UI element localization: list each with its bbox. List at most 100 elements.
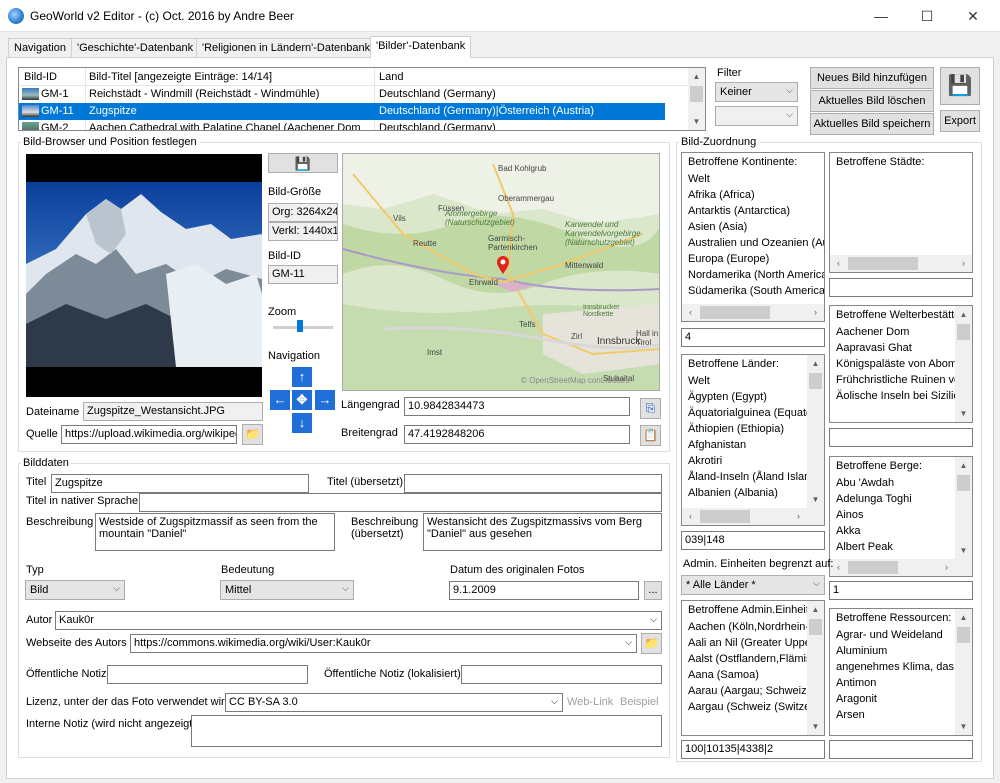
- vertical-scrollbar[interactable]: ▲ ▼: [807, 601, 824, 735]
- list-item[interactable]: Arsen: [830, 707, 972, 723]
- list-item[interactable]: Asien (Asia): [682, 219, 824, 235]
- list-item[interactable]: Ägypten (Egypt): [682, 389, 824, 405]
- table-row[interactable]: GM-2 Aachen Cathedral with Palatine Chap…: [19, 120, 689, 130]
- native-title-field[interactable]: [139, 493, 662, 512]
- list-item[interactable]: Australien und Ozeanien (Aus: [682, 235, 824, 251]
- latitude-field[interactable]: 47.4192848206: [404, 425, 630, 444]
- internal-note-field[interactable]: [191, 715, 662, 747]
- list-item[interactable]: Afghanistan: [682, 437, 824, 453]
- image-grid[interactable]: Bild-ID Bild-Titel [angezeigte Einträge:…: [18, 67, 706, 131]
- arrow-right-icon[interactable]: →: [315, 390, 335, 410]
- list-item[interactable]: Aachen (Köln,Nordrhein-We: [682, 619, 824, 635]
- delete-image-button[interactable]: Aktuelles Bild löschen: [810, 90, 934, 112]
- resources-list[interactable]: Betroffene Ressourcen: Agrar- und Weidel…: [829, 608, 973, 736]
- list-item[interactable]: Äolische Inseln bei Sizilien: [830, 388, 972, 404]
- horizontal-scrollbar[interactable]: ‹ ›: [830, 255, 972, 272]
- world-heritage-list[interactable]: Betroffene Welterbestätte Aachener Dom A…: [829, 305, 973, 423]
- export-button[interactable]: Export: [940, 110, 980, 132]
- table-row[interactable]: GM-1 Reichstädt - Windmill (Reichstädt -…: [19, 86, 689, 103]
- web-link[interactable]: Web-Link: [567, 696, 613, 708]
- author-website-field[interactable]: https://commons.wikimedia.org/wiki/User:…: [130, 634, 637, 653]
- example-link[interactable]: Beispiel: [620, 696, 659, 708]
- tab-religionen[interactable]: 'Religionen in Ländern'-Datenbank: [196, 38, 377, 58]
- list-item[interactable]: Frühchristliche Ruinen von: [830, 372, 972, 388]
- mountains-value[interactable]: 1: [829, 581, 973, 600]
- list-item[interactable]: Abu 'Awdah: [830, 475, 972, 491]
- list-item[interactable]: Åland-Inseln (Åland Islands): [682, 469, 824, 485]
- list-item[interactable]: Albert Peak: [830, 539, 972, 555]
- list-item[interactable]: Aluminium: [830, 643, 972, 659]
- resources-value[interactable]: [829, 740, 973, 759]
- maximize-button[interactable]: ☐: [904, 0, 950, 32]
- list-item[interactable]: Welt: [682, 373, 824, 389]
- folder-icon[interactable]: 📁: [242, 424, 263, 445]
- save-image-button[interactable]: Aktuelles Bild speichern: [810, 113, 934, 135]
- author-field[interactable]: Kauk0r ⌵: [55, 611, 662, 630]
- list-item[interactable]: Antarktis (Antarctica): [682, 203, 824, 219]
- horizontal-scrollbar[interactable]: ‹ ›: [682, 304, 824, 321]
- countries-list[interactable]: Betroffene Länder: Welt Ägypten (Egypt) …: [681, 354, 825, 526]
- tab-navigation[interactable]: Navigation: [8, 38, 72, 58]
- list-item[interactable]: Aachener Dom: [830, 324, 972, 340]
- mountains-list[interactable]: Betroffene Berge: Abu 'Awdah Adelunga To…: [829, 456, 973, 577]
- longitude-field[interactable]: 10.9842834473: [404, 397, 630, 416]
- grid-scrollbar[interactable]: ▲ ▼: [688, 68, 705, 130]
- col-header-id[interactable]: Bild-ID: [24, 71, 57, 83]
- admin-units-value[interactable]: 100|10135|4338|2: [681, 740, 825, 759]
- list-item[interactable]: Äthiopien (Ethiopia): [682, 421, 824, 437]
- filter-select[interactable]: Keiner ⌵: [715, 82, 798, 102]
- world-heritage-value[interactable]: [829, 428, 973, 447]
- cities-value[interactable]: [829, 278, 973, 297]
- horizontal-scrollbar[interactable]: ‹ ›: [830, 559, 972, 576]
- tab-bilder[interactable]: 'Bilder'-Datenbank: [370, 36, 472, 58]
- list-item[interactable]: Äquatorialguinea (Equatorial: [682, 405, 824, 421]
- list-item[interactable]: Ainos: [830, 507, 972, 523]
- arrow-down-icon[interactable]: ↓: [292, 413, 312, 433]
- paste-coordinates-icon[interactable]: 📋: [640, 425, 661, 446]
- source-field[interactable]: https://upload.wikimedia.org/wikipec: [61, 425, 237, 444]
- save-icon[interactable]: 💾: [940, 67, 980, 105]
- public-note-field[interactable]: [107, 665, 308, 684]
- list-item[interactable]: Aragonit: [830, 691, 972, 707]
- list-item[interactable]: Adelunga Toghi: [830, 491, 972, 507]
- table-row-selected[interactable]: GM-11 Zugspitze Deutschland (Germany)|Ös…: [19, 103, 665, 120]
- list-item[interactable]: Nordamerika (North America): [682, 267, 824, 283]
- vertical-scrollbar[interactable]: ▲ ▼: [807, 355, 824, 508]
- cities-list[interactable]: Betroffene Städte: ‹ ›: [829, 152, 973, 273]
- list-item[interactable]: Aargau (Schweiz (Switzerland: [682, 699, 824, 715]
- add-image-button[interactable]: Neues Bild hinzufügen: [810, 67, 934, 89]
- arrow-up-icon[interactable]: ↑: [292, 367, 312, 387]
- list-item[interactable]: Akka: [830, 523, 972, 539]
- list-item[interactable]: Afrika (Africa): [682, 187, 824, 203]
- continents-list[interactable]: Betroffene Kontinente: Welt Afrika (Afri…: [681, 152, 825, 322]
- description-translated-field[interactable]: Westansicht des Zugspitzmassivs vom Berg…: [423, 513, 662, 551]
- description-field[interactable]: Westside of Zugspitzmassif as seen from …: [95, 513, 335, 551]
- filter-select-2[interactable]: ⌵: [715, 106, 798, 126]
- countries-value[interactable]: 039|148: [681, 531, 825, 550]
- col-header-land[interactable]: Land: [379, 71, 403, 83]
- list-item[interactable]: angenehmes Klima, das: [830, 659, 972, 675]
- date-picker-button[interactable]: ...: [644, 581, 662, 600]
- admin-country-select[interactable]: * Alle Länder * ⌵: [681, 575, 825, 595]
- zoom-slider-thumb[interactable]: [297, 320, 304, 332]
- open-folder-icon[interactable]: 📁: [641, 633, 662, 654]
- minimize-button[interactable]: —: [858, 0, 904, 32]
- list-item[interactable]: Aapravasi Ghat: [830, 340, 972, 356]
- vertical-scrollbar[interactable]: ▲ ▼: [955, 306, 972, 422]
- admin-units-list[interactable]: Betroffene Admin.Einheiten Aachen (Köln,…: [681, 600, 825, 736]
- continents-value[interactable]: 4: [681, 328, 825, 347]
- list-item[interactable]: Königspaläste von Abomey: [830, 356, 972, 372]
- list-item[interactable]: Europa (Europe): [682, 251, 824, 267]
- list-item[interactable]: Antimon: [830, 675, 972, 691]
- title-translated-field[interactable]: [404, 474, 662, 493]
- vertical-scrollbar[interactable]: ▲ ▼: [955, 457, 972, 559]
- public-note-localized-field[interactable]: [461, 665, 662, 684]
- copy-coordinates-icon[interactable]: ⎘: [640, 398, 661, 419]
- list-item[interactable]: Aana (Samoa): [682, 667, 824, 683]
- list-item[interactable]: Südamerika (South America): [682, 283, 824, 299]
- list-item[interactable]: Welt: [682, 171, 824, 187]
- vertical-scrollbar[interactable]: ▲ ▼: [955, 609, 972, 735]
- list-item[interactable]: Aali an Nil (Greater Upper: [682, 635, 824, 651]
- list-item[interactable]: Albanien (Albania): [682, 485, 824, 501]
- center-icon[interactable]: ✥: [292, 390, 312, 410]
